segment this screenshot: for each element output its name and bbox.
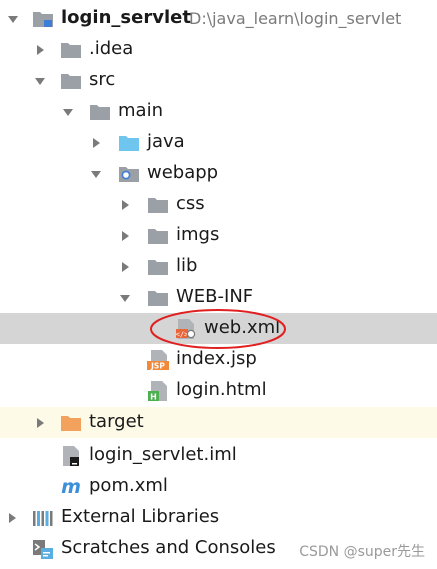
tree-item-label: java [147,131,185,152]
folder-icon [147,256,169,278]
chevron-right-icon[interactable] [118,260,132,274]
tree-row-main[interactable]: main [0,96,437,127]
tree-row-external-libraries[interactable]: External Libraries [0,502,437,533]
watermark: CSDN @super先生 [299,544,425,560]
tree-item-label: WEB-INF [176,286,254,307]
tree-row-java[interactable]: java [0,127,437,158]
scratches-icon [32,538,54,560]
tree-row-pom-xml[interactable]: m pom.xml [0,471,437,502]
chevron-down-icon[interactable] [33,74,47,88]
tree-item-label: lib [176,255,198,276]
project-tree: login_servlet D:\java_learn\login_servle… [0,0,437,569]
chevron-right-icon[interactable] [118,229,132,243]
tree-item-label: pom.xml [89,475,168,496]
folder-icon [60,39,82,61]
tree-row-iml[interactable]: login_servlet.iml [0,440,437,471]
maven-file-icon: m [60,476,82,498]
tree-item-label: Scratches and Consoles [61,537,276,558]
web-folder-icon [118,163,140,185]
folder-icon [147,194,169,216]
tree-item-label: imgs [176,224,220,245]
chevron-down-icon[interactable] [61,105,75,119]
chevron-right-icon[interactable] [33,43,47,57]
folder-icon [89,101,111,123]
tree-item-label: login.html [176,379,267,400]
tree-item-label: External Libraries [61,506,220,527]
iml-file-icon [60,445,82,467]
tree-item-label: webapp [147,162,219,183]
tree-row-index-jsp[interactable]: JSP index.jsp [0,344,437,375]
module-path: D:\java_learn\login_servlet [189,9,402,28]
tree-item-label: src [89,69,116,90]
tree-item-label: login_servlet [61,7,191,28]
tree-row-css[interactable]: css [0,189,437,220]
tree-item-label: target [89,411,144,432]
chevron-down-icon[interactable] [6,12,20,26]
tree-row-lib[interactable]: lib [0,251,437,282]
tree-row-src[interactable]: src [0,65,437,96]
tree-row-idea[interactable]: .idea [0,34,437,65]
maven-badge: m [61,476,81,498]
xml-badge: </> [176,331,189,339]
tree-row-login-servlet[interactable]: login_servlet D:\java_learn\login_servle… [0,3,437,34]
chevron-down-icon[interactable] [89,167,103,181]
jsp-file-icon: JSP [147,349,169,371]
jsp-badge: JSP [150,362,165,371]
excluded-folder-icon [60,412,82,434]
library-icon [32,507,54,529]
tree-row-imgs[interactable]: imgs [0,220,437,251]
folder-icon [60,70,82,92]
xml-file-icon: </> [175,318,197,340]
chevron-right-icon[interactable] [33,416,47,430]
folder-icon [147,225,169,247]
folder-icon [147,287,169,309]
tree-row-web-xml[interactable]: </> web.xml [0,313,437,344]
chevron-right-icon[interactable] [118,198,132,212]
html-file-icon: H [147,380,169,402]
tree-item-label: index.jsp [176,348,257,369]
chevron-right-icon[interactable] [89,136,103,150]
tree-item-label: css [176,193,205,214]
tree-item-label: .idea [89,38,134,59]
chevron-down-icon[interactable] [118,291,132,305]
module-folder-icon [32,8,54,30]
html-badge: H [150,393,157,402]
tree-item-label: login_servlet.iml [89,444,237,465]
chevron-right-icon[interactable] [5,511,19,525]
tree-item-label: main [118,100,163,121]
source-folder-icon [118,132,140,154]
tree-row-target[interactable]: target [0,407,437,438]
tree-row-login-html[interactable]: H login.html [0,375,437,406]
tree-row-web-inf[interactable]: WEB-INF [0,282,437,313]
tree-item-label: web.xml [204,317,281,338]
tree-row-webapp[interactable]: webapp [0,158,437,189]
